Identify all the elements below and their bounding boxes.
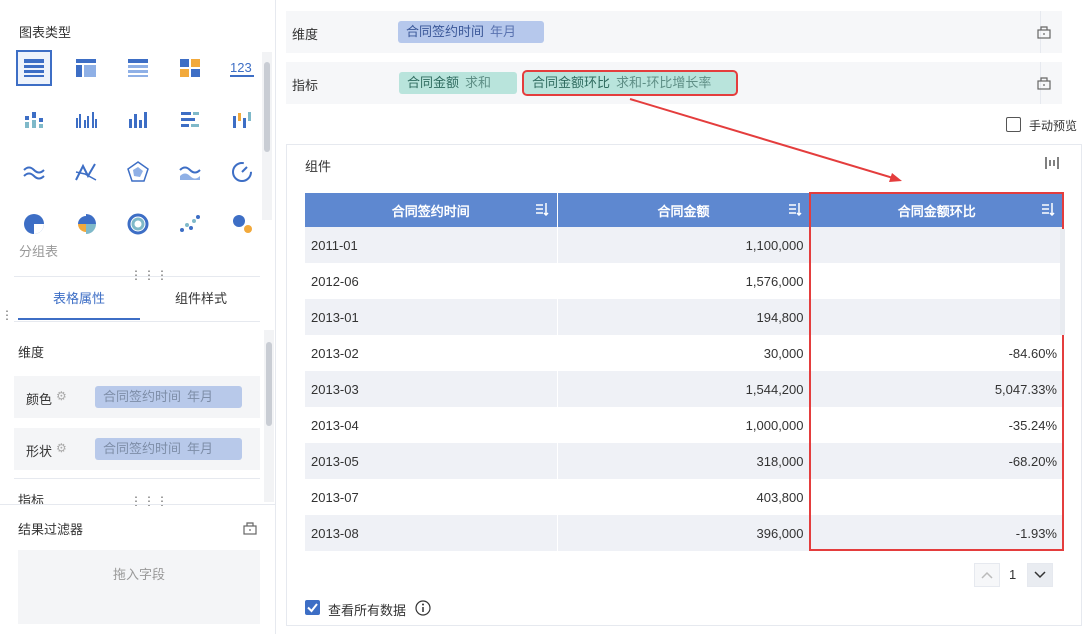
filter-title: 结果过滤器 (18, 522, 84, 537)
shape-field-pill[interactable]: 合同签约时间 年月 (95, 438, 242, 460)
chart-type-radar-icon[interactable] (120, 154, 156, 190)
chart-type-kpi-card-icon[interactable] (172, 50, 208, 86)
divider (14, 321, 260, 322)
chart-type-pie-icon[interactable] (16, 206, 52, 242)
column-highlight-box (809, 192, 1064, 551)
tab-table-properties[interactable]: 表格属性 (18, 280, 140, 320)
chart-grid-scroll-thumb[interactable] (264, 62, 270, 152)
color-label: 颜色 (26, 392, 53, 407)
component-panel: 组件 合同签约时间 合同金额 合同金额环比 2011-01 1,100,000 2… (286, 144, 1082, 626)
divider (14, 276, 260, 277)
props-scrollbar[interactable] (264, 330, 274, 502)
chart-type-stacked-bar-icon[interactable] (16, 102, 52, 138)
chart-type-bubble-icon[interactable] (224, 206, 260, 242)
panel-resize-handle[interactable]: ⋮⋮⋮ (130, 494, 169, 508)
lock-icon[interactable] (242, 519, 258, 538)
chart-type-scatter-icon[interactable] (172, 206, 208, 242)
svg-text:123: 123 (230, 60, 252, 75)
left-resize-handle[interactable]: ⋮ (1, 308, 13, 322)
chart-type-polyline-icon[interactable] (68, 154, 104, 190)
drop-hint: 拖入字段 (112, 567, 165, 582)
page-number: 1 (1009, 567, 1017, 582)
chart-type-detail-table-icon[interactable] (120, 50, 156, 86)
group-table-label: 分组表 (19, 244, 59, 259)
table-scrollbar[interactable] (1060, 229, 1065, 335)
props-scroll-thumb[interactable] (266, 342, 272, 426)
filter-drop-zone[interactable]: 拖入字段 (18, 550, 260, 624)
view-all-checkbox[interactable] (305, 600, 320, 615)
shape-label: 形状 (26, 444, 53, 459)
chart-grid-scrollbar[interactable] (262, 52, 272, 220)
view-all-label: 查看所有数据 (328, 603, 407, 618)
chart-type-rose-pie-icon[interactable] (68, 206, 104, 242)
chart-type-grid: 123 (12, 46, 262, 235)
divider (14, 478, 260, 479)
page-prev-button[interactable] (974, 563, 1000, 587)
right-panel: 维度 合同签约时间 年月 指标 合同金额 求和 合同金额环比 求和-环比增长率 手动预… (278, 0, 1086, 634)
sort-icon[interactable] (535, 202, 549, 219)
gear-icon[interactable]: ⚙ (56, 441, 67, 455)
gear-icon[interactable]: ⚙ (56, 389, 67, 403)
chart-type-grouped-bar-icon[interactable] (68, 102, 104, 138)
chart-type-area-icon[interactable] (172, 154, 208, 190)
chart-type-gauge-icon[interactable] (224, 154, 260, 190)
page-next-button[interactable] (1027, 563, 1053, 587)
chart-type-ring-icon[interactable] (120, 206, 156, 242)
divider (0, 504, 276, 505)
chart-type-line-icon[interactable] (16, 154, 52, 190)
chart-type-table-icon[interactable] (16, 50, 52, 86)
chart-type-number-icon[interactable]: 123 (224, 50, 260, 86)
dimension-section-title: 维度 (18, 345, 45, 360)
chart-type-cross-table-icon[interactable] (68, 50, 104, 86)
indicator-section-title: 指标 (18, 493, 45, 504)
left-panel: 图表类型 123 分组表 ⋮⋮⋮ ⋮ 表格属性 组件样式 维度 颜色 ⚙ 合同签… (0, 0, 276, 634)
info-icon[interactable] (415, 600, 431, 619)
shape-field-row: 形状 ⚙ 合同签约时间 年月 (14, 428, 260, 470)
chart-type-bar-icon[interactable] (120, 102, 156, 138)
color-field-pill[interactable]: 合同签约时间 年月 (95, 386, 242, 408)
color-field-row: 颜色 ⚙ 合同签约时间 年月 (14, 376, 260, 418)
tab-component-style[interactable]: 组件样式 (140, 280, 262, 320)
annotation-arrow (629, 98, 902, 182)
chart-type-waterfall-icon[interactable] (224, 102, 260, 138)
chart-types-title: 图表类型 (19, 25, 72, 40)
sort-icon[interactable] (788, 202, 802, 219)
chart-type-horizontal-bar-icon[interactable] (172, 102, 208, 138)
